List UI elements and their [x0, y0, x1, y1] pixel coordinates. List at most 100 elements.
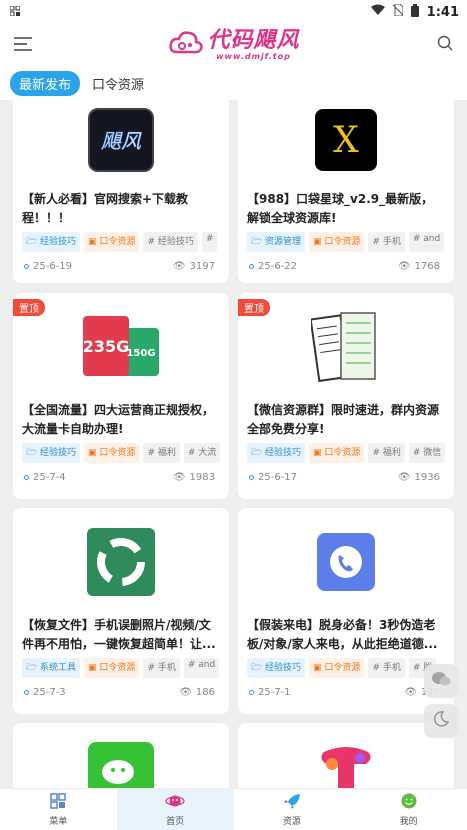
post-thumbnail [13, 723, 229, 788]
smiley-icon [401, 793, 417, 812]
grid-menu-icon [50, 792, 67, 812]
post-date: 25-6-19 [33, 261, 73, 272]
tag-category[interactable]: ▣ 口令资源 [309, 658, 365, 678]
svg-text:X: X [333, 120, 359, 161]
svg-text:飓风: 飓风 [101, 129, 142, 153]
pinned-badge: 置顶 [13, 299, 45, 316]
nav-profile-label: 我的 [399, 816, 418, 827]
nav-menu-label: 菜单 [49, 816, 68, 827]
nav-resources[interactable]: 资源 [234, 789, 351, 830]
post-card[interactable]: 【恢复文件】手机误删照片/视频/文件再不用怕，一键恢复超简单！让... 🗁 系统… [13, 508, 229, 714]
eye-icon: 👁 [179, 687, 192, 698]
view-count: 3197 [189, 261, 215, 272]
wechat-icon [431, 671, 451, 691]
dark-mode-button[interactable] [424, 704, 458, 738]
post-thumbnail: X [238, 100, 454, 190]
post-card[interactable] [238, 723, 454, 788]
tag-category[interactable]: 🗁 经验技巧 [22, 443, 81, 463]
tag-category[interactable]: ▣ 口令资源 [84, 232, 140, 252]
date-icon [249, 690, 254, 695]
tag-hashtag[interactable]: # [201, 232, 218, 252]
date-icon [24, 475, 29, 480]
post-date: 25-7-4 [33, 472, 66, 483]
nav-menu[interactable]: 菜单 [0, 789, 117, 830]
tag-category[interactable]: ▣ 口令资源 [84, 443, 140, 463]
tag-hashtag[interactable]: # 经验技巧 [143, 232, 198, 252]
logo-title: 代码飓风 [207, 27, 300, 53]
tag-hashtag[interactable]: # 福利 [368, 443, 405, 463]
tag-hashtag[interactable]: # 大流 [183, 443, 221, 463]
post-title: 【微信资源群】限时速进，群内资源全部免费分享! [247, 403, 440, 436]
data-card-235g: 235G [83, 337, 130, 356]
post-card[interactable]: 飓风 【新人必看】官网搜索+下载教程！！！ 🗁 经验技巧 ▣ 口令资源 # 经验… [13, 100, 229, 283]
logo-url: www.dmjf.top [216, 51, 291, 61]
post-thumbnail [13, 508, 229, 616]
tag-category[interactable]: 🗁 经验技巧 [247, 658, 306, 678]
wifi-icon [370, 4, 385, 20]
category-tabs: 最新发布 口令资源 [0, 66, 467, 100]
date-icon [249, 475, 254, 480]
tag-hashtag[interactable]: # and [408, 232, 445, 252]
tag-hashtag[interactable]: # 手机 [368, 658, 405, 678]
status-bar: 1:41 [0, 0, 467, 24]
post-title: 【988】口袋星球_v2.9_最新版，解锁全球资源库! [247, 192, 434, 225]
tag-hashtag[interactable]: # 手机 [143, 658, 180, 678]
post-thumbnail: 置顶 235G 150G [13, 293, 229, 401]
nav-home[interactable]: 首页 [116, 789, 234, 830]
view-count: 1768 [414, 261, 440, 272]
date-icon [249, 264, 254, 269]
tag-hashtag[interactable]: # 福利 [143, 443, 180, 463]
date-icon [24, 264, 29, 269]
data-card-150g: 150G [126, 348, 155, 359]
post-thumbnail [238, 723, 454, 788]
rocket-icon [283, 793, 301, 812]
eye-icon: 👁 [404, 687, 417, 698]
app-header: 代码飓风 www.dmjf.top [0, 24, 467, 66]
post-thumbnail: 飓风 [13, 100, 229, 190]
eye-icon: 👁 [397, 472, 411, 483]
eye-icon: 👁 [172, 261, 186, 272]
post-thumbnail [238, 508, 454, 616]
tag-category[interactable]: ▣ 口令资源 [84, 658, 140, 678]
post-date: 25-6-22 [258, 261, 298, 272]
nav-home-label: 首页 [166, 816, 185, 827]
post-date: 25-7-3 [33, 687, 66, 698]
tag-hashtag[interactable]: # and [183, 658, 220, 678]
nav-resources-label: 资源 [282, 816, 301, 827]
tag-category[interactable]: 🗁 系统工具 [22, 658, 81, 678]
view-count: 1936 [414, 472, 440, 483]
tab-latest[interactable]: 最新发布 [10, 70, 81, 96]
post-card[interactable]: X 【988】口袋星球_v2.9_最新版，解锁全球资源库! 🗁 资源管理 ▣ 口… [238, 100, 454, 283]
bottom-nav: 菜单 首页 资源 我的 [0, 788, 467, 830]
view-count: 186 [195, 687, 215, 698]
nav-profile[interactable]: 我的 [350, 789, 467, 830]
home-planet-icon [165, 793, 185, 812]
tag-category[interactable]: ▣ 口令资源 [309, 443, 365, 463]
post-feed[interactable]: 飓风 【新人必看】官网搜索+下载教程！！！ 🗁 经验技巧 ▣ 口令资源 # 经验… [0, 100, 467, 788]
post-card[interactable]: 置顶 【微信资源群】限时速进，群内资源全部免费分享! 🗁 经验技巧 ▣ 口令资源… [238, 293, 454, 499]
view-count: 1983 [189, 472, 215, 483]
battery-icon [410, 3, 419, 21]
post-card[interactable]: 【假装来电】脱身必备！3秒伪造老板/对象/家人来电，从此拒绝道德... 🗁 经验… [238, 508, 454, 714]
site-logo[interactable]: 代码飓风 www.dmjf.top [169, 28, 299, 62]
tag-category[interactable]: 🗁 经验技巧 [247, 443, 306, 463]
tab-code-resources[interactable]: 口令资源 [92, 74, 144, 93]
post-thumbnail: 置顶 [238, 293, 454, 401]
pinned-badge: 置顶 [238, 299, 270, 316]
post-date: 25-7-1 [258, 687, 291, 698]
post-title: 【假装来电】脱身必备！3秒伪造老板/对象/家人来电，从此拒绝道德... [247, 618, 438, 651]
wechat-float-button[interactable] [424, 664, 458, 698]
post-title: 【新人必看】官网搜索+下载教程！！！ [22, 192, 189, 225]
cloud-logo-icon [169, 28, 204, 62]
menu-icon[interactable] [14, 36, 32, 55]
tag-category[interactable]: 🗁 经验技巧 [22, 232, 81, 252]
post-card[interactable] [13, 723, 229, 788]
tag-hashtag[interactable]: # 微信 [408, 443, 446, 463]
post-date: 25-6-17 [258, 472, 298, 483]
tag-category[interactable]: 🗁 资源管理 [247, 232, 306, 252]
search-icon[interactable] [437, 35, 453, 55]
status-time: 1:41 [426, 4, 459, 20]
tag-category[interactable]: ▣ 口令资源 [309, 232, 365, 252]
post-card[interactable]: 置顶 235G 150G 【全国流量】四大运营商正规授权，大流量卡自助办理! 🗁 … [13, 293, 229, 499]
tag-hashtag[interactable]: # 手机 [368, 232, 405, 252]
